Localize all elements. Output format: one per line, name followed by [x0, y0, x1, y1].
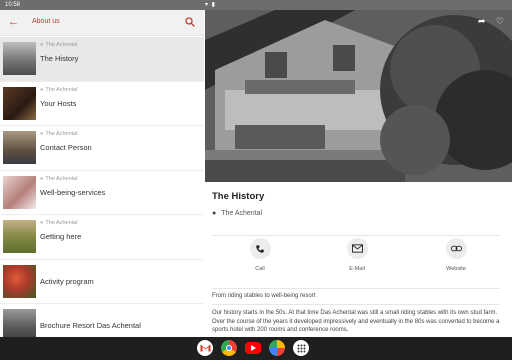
item-label: The History	[40, 54, 79, 63]
list-item-your-hosts[interactable]: ● The Achental Your Hosts	[0, 82, 204, 126]
youtube-icon[interactable]	[245, 342, 261, 354]
location-pin-icon: ●	[40, 131, 44, 137]
email-button[interactable]: E-Mail	[327, 238, 387, 272]
location-pin-icon: ●	[212, 210, 217, 217]
location-pin-icon: ●	[40, 220, 44, 226]
status-bar: 10:58 ▾ ▮	[0, 0, 512, 10]
location-pin-icon: ●	[40, 86, 44, 93]
contact-actions: Call E-Mail Website	[205, 238, 512, 288]
email-label: E-Mail	[349, 266, 365, 272]
heart-icon[interactable]: ♡	[496, 16, 504, 26]
detail-subtitle: From riding stables to well-being resort	[212, 293, 316, 299]
detail-title: The History	[212, 191, 265, 202]
photos-icon[interactable]	[269, 340, 285, 356]
list-item-getting-here[interactable]: ● The Achental Getting here	[0, 215, 204, 260]
detail-location: ● The Achental	[212, 210, 263, 217]
item-label: Well-being-services	[40, 187, 106, 197]
hero-actions: ➦ ♡	[478, 16, 504, 27]
divider	[212, 235, 500, 236]
left-app-bar: ← About us	[0, 10, 204, 36]
left-pane: ← About us ● The Achental The History ● Th…	[0, 10, 204, 349]
item-label: Your Hosts	[40, 98, 77, 108]
thumbnail-activity	[3, 264, 36, 298]
item-category: ● The Achental	[40, 220, 78, 226]
location-pin-icon: ●	[40, 175, 44, 182]
item-category: ● The Achental	[40, 175, 78, 182]
thumbnail-contact	[3, 131, 36, 164]
status-time: 10:58	[5, 2, 21, 8]
item-label: Brochure Resort Das Achental	[40, 321, 141, 330]
phone-icon	[249, 238, 271, 259]
thumbnail-wellbeing	[3, 175, 36, 209]
divider	[212, 288, 500, 289]
item-label: Activity program	[40, 276, 94, 286]
website-button[interactable]: Website	[426, 238, 486, 272]
detail-pane: ➦ ♡ The History ● The Achental Call E-Mai…	[205, 10, 512, 337]
navigation-bar	[0, 337, 512, 360]
list-item-activity-program[interactable]: Activity program	[0, 260, 204, 304]
item-category: ● The Achental	[40, 131, 78, 137]
hero-photo	[205, 10, 512, 182]
list-item-the-history[interactable]: ● The Achental The History	[0, 37, 204, 82]
thumbnail-getting-here	[3, 220, 36, 253]
item-label: Getting here	[40, 232, 82, 241]
list-item-well-being-services[interactable]: ● The Achental Well-being-services	[0, 171, 204, 215]
topic-list: ● The Achental The History ● The Achental …	[0, 37, 204, 349]
divider	[212, 304, 500, 305]
section-title: About us	[32, 18, 60, 25]
website-label: Website	[446, 266, 466, 272]
link-icon	[445, 238, 467, 259]
mail-icon	[346, 238, 368, 259]
item-category: ● The Achental	[40, 42, 78, 48]
app-dock	[197, 340, 309, 357]
chrome-icon[interactable]	[221, 340, 237, 356]
search-icon[interactable]	[184, 16, 196, 28]
thumbnail-history	[3, 42, 36, 75]
item-category: ● The Achental	[40, 86, 78, 93]
location-pin-icon: ●	[40, 42, 44, 48]
arrow-left-icon[interactable]: ←	[8, 16, 19, 28]
item-label: Contact Person	[40, 143, 92, 152]
call-label: Call	[255, 266, 265, 272]
hero-image: ➦ ♡	[205, 10, 512, 182]
thumbnail-hosts	[3, 86, 36, 120]
gmail-icon[interactable]	[197, 340, 213, 356]
app-drawer-icon[interactable]	[293, 340, 309, 356]
detail-body: Our history starts in the 50s. At that t…	[212, 310, 500, 333]
share-icon[interactable]: ➦	[478, 16, 486, 26]
call-button[interactable]: Call	[230, 238, 290, 272]
list-item-contact-person[interactable]: ● The Achental Contact Person	[0, 126, 204, 171]
